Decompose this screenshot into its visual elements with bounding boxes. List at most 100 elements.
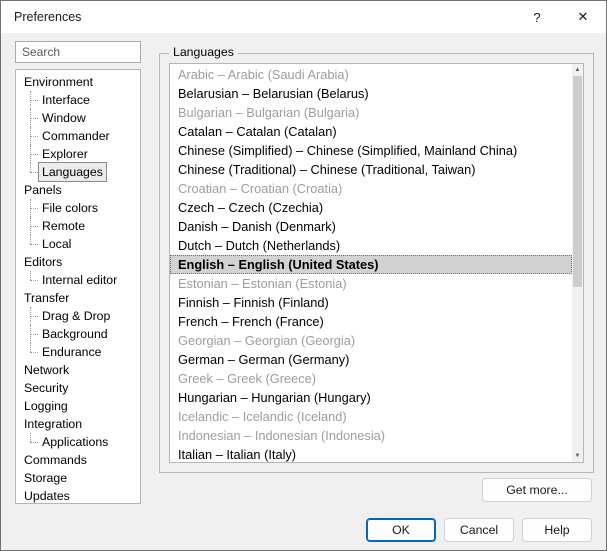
close-icon[interactable]: ✕ xyxy=(560,1,606,33)
tree-item-remote[interactable]: Remote xyxy=(16,217,140,235)
tree-connector xyxy=(25,271,39,289)
language-item[interactable]: Chinese (Simplified) – Chinese (Simplifi… xyxy=(170,141,572,160)
language-item[interactable]: Bulgarian – Bulgarian (Bulgaria) xyxy=(170,103,572,122)
tree-item-label: Interface xyxy=(39,91,93,109)
languages-scrollbar[interactable]: ▲ ▼ xyxy=(572,64,583,462)
tree-connector xyxy=(25,325,39,343)
tree-connector xyxy=(25,127,39,145)
tree-item-background[interactable]: Background xyxy=(16,325,140,343)
languages-group-label: Languages xyxy=(169,45,238,59)
tree-item-label: Commander xyxy=(39,127,113,145)
language-item[interactable]: Czech – Czech (Czechia) xyxy=(170,198,572,217)
language-item[interactable]: German – German (Germany) xyxy=(170,350,572,369)
language-item[interactable]: Greek – Greek (Greece) xyxy=(170,369,572,388)
get-more-button[interactable]: Get more... xyxy=(482,478,592,502)
tree-item-label: Editors xyxy=(21,253,65,271)
tree-item-label: Logging xyxy=(21,397,71,415)
tree-item-internal-editor[interactable]: Internal editor xyxy=(16,271,140,289)
tree-item-explorer[interactable]: Explorer xyxy=(16,145,140,163)
tree-item-endurance[interactable]: Endurance xyxy=(16,343,140,361)
tree-item-network[interactable]: Network xyxy=(16,361,140,379)
tree-item-logging[interactable]: Logging xyxy=(16,397,140,415)
language-item[interactable]: Icelandic – Icelandic (Iceland) xyxy=(170,407,572,426)
footer-buttons: OK Cancel Help xyxy=(366,518,592,542)
tree-item-transfer[interactable]: Transfer xyxy=(16,289,140,307)
tree-item-commander[interactable]: Commander xyxy=(16,127,140,145)
language-item[interactable]: English – English (United States) xyxy=(170,255,572,274)
tree-connector xyxy=(25,433,39,451)
tree-connector xyxy=(25,145,39,163)
preferences-dialog: Preferences ? ✕ EnvironmentInterfaceWind… xyxy=(0,0,607,551)
tree-connector xyxy=(25,307,39,325)
tree-item-editors[interactable]: Editors xyxy=(16,253,140,271)
tree-item-integration[interactable]: Integration xyxy=(16,415,140,433)
tree-item-label: Background xyxy=(39,325,111,343)
language-item[interactable]: Belarusian – Belarusian (Belarus) xyxy=(170,84,572,103)
search-input[interactable] xyxy=(15,41,141,63)
language-item[interactable]: Danish – Danish (Denmark) xyxy=(170,217,572,236)
language-item[interactable]: Catalan – Catalan (Catalan) xyxy=(170,122,572,141)
language-item[interactable]: Indonesian – Indonesian (Indonesia) xyxy=(170,426,572,445)
tree-connector xyxy=(25,343,39,361)
language-item[interactable]: French – French (France) xyxy=(170,312,572,331)
tree-item-environment[interactable]: Environment xyxy=(16,73,140,91)
tree-item-updates[interactable]: Updates xyxy=(16,487,140,504)
tree-item-window[interactable]: Window xyxy=(16,109,140,127)
tree-item-label: Languages xyxy=(39,163,106,181)
tree-item-label: Explorer xyxy=(39,145,91,163)
tree-item-label: File colors xyxy=(39,199,101,217)
ok-button[interactable]: OK xyxy=(366,518,436,542)
help-button[interactable]: Help xyxy=(522,518,592,542)
tree-item-label: Network xyxy=(21,361,72,379)
tree-item-label: Commands xyxy=(21,451,90,469)
tree-connector xyxy=(25,199,39,217)
tree-item-label: Updates xyxy=(21,487,73,504)
tree-item-commands[interactable]: Commands xyxy=(16,451,140,469)
tree-connector xyxy=(25,217,39,235)
language-item[interactable]: Finnish – Finnish (Finland) xyxy=(170,293,572,312)
languages-group: Languages Arabic – Arabic (Saudi Arabia)… xyxy=(159,53,594,473)
help-icon[interactable]: ? xyxy=(514,1,560,33)
language-item[interactable]: Chinese (Traditional) – Chinese (Traditi… xyxy=(170,160,572,179)
language-item[interactable]: Estonian – Estonian (Estonia) xyxy=(170,274,572,293)
scrollbar-thumb[interactable] xyxy=(573,76,582,287)
caption-buttons: ? ✕ xyxy=(514,1,606,33)
tree-item-label: Drag & Drop xyxy=(39,307,113,325)
tree-connector xyxy=(25,163,39,181)
tree-item-label: Window xyxy=(39,109,89,127)
tree-item-languages[interactable]: Languages xyxy=(16,163,140,181)
language-item[interactable]: Italian – Italian (Italy) xyxy=(170,445,572,463)
tree-item-label: Local xyxy=(39,235,74,253)
titlebar[interactable]: Preferences ? ✕ xyxy=(1,1,606,33)
tree-item-label: Panels xyxy=(21,181,65,199)
tree-item-label: Storage xyxy=(21,469,70,487)
language-item[interactable]: Arabic – Arabic (Saudi Arabia) xyxy=(170,65,572,84)
tree-item-label: Internal editor xyxy=(39,271,120,289)
tree-item-label: Endurance xyxy=(39,343,104,361)
scrollbar-down-icon[interactable]: ▼ xyxy=(572,450,583,462)
tree-item-security[interactable]: Security xyxy=(16,379,140,397)
tree-item-file-colors[interactable]: File colors xyxy=(16,199,140,217)
tree-item-storage[interactable]: Storage xyxy=(16,469,140,487)
language-item[interactable]: Croatian – Croatian (Croatia) xyxy=(170,179,572,198)
tree-item-applications[interactable]: Applications xyxy=(16,433,140,451)
language-item[interactable]: Dutch – Dutch (Netherlands) xyxy=(170,236,572,255)
tree-item-label: Security xyxy=(21,379,71,397)
tree-connector xyxy=(25,235,39,253)
tree-item-local[interactable]: Local xyxy=(16,235,140,253)
languages-list: Arabic – Arabic (Saudi Arabia)Belarusian… xyxy=(169,63,584,463)
cancel-button[interactable]: Cancel xyxy=(444,518,514,542)
languages-rows: Arabic – Arabic (Saudi Arabia)Belarusian… xyxy=(170,65,572,463)
scrollbar-up-icon[interactable]: ▲ xyxy=(572,64,583,76)
language-item[interactable]: Georgian – Georgian (Georgia) xyxy=(170,331,572,350)
tree-connector xyxy=(25,109,39,127)
tree-item-label: Environment xyxy=(21,73,96,91)
tree-item-label: Remote xyxy=(39,217,88,235)
tree-item-interface[interactable]: Interface xyxy=(16,91,140,109)
language-item[interactable]: Hungarian – Hungarian (Hungary) xyxy=(170,388,572,407)
tree-item-label: Integration xyxy=(21,415,85,433)
tree-item-drag-drop[interactable]: Drag & Drop xyxy=(16,307,140,325)
settings-tree: EnvironmentInterfaceWindowCommanderExplo… xyxy=(15,69,141,504)
window-title: Preferences xyxy=(1,10,81,24)
tree-item-panels[interactable]: Panels xyxy=(16,181,140,199)
